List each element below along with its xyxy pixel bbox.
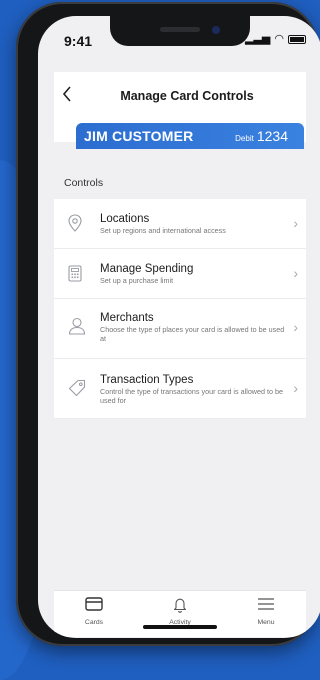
tab-label: Menu	[257, 619, 275, 626]
control-item-spending[interactable]: Manage Spending Set up a purchase limit …	[54, 249, 306, 299]
hamburger-icon	[236, 597, 296, 617]
battery-icon	[288, 35, 306, 44]
control-title: Merchants	[100, 312, 154, 324]
card-type: Debit	[235, 134, 254, 143]
camera	[212, 26, 220, 34]
controls-list: Locations Set up regions and internation…	[54, 199, 306, 419]
chevron-right-icon: ›	[293, 265, 298, 281]
tab-bar: Cards Activity Menu	[54, 590, 306, 637]
control-item-merchants[interactable]: Merchants Choose the type of places your…	[54, 299, 306, 359]
tab-activity[interactable]: Activity	[150, 591, 210, 626]
bell-icon	[150, 597, 210, 617]
location-pin-icon	[68, 214, 82, 237]
chevron-right-icon: ›	[293, 380, 298, 396]
control-title: Locations	[100, 213, 150, 225]
control-subtitle: Set up regions and international access	[100, 226, 226, 235]
app-content: Manage Card Controls JIM CUSTOMER Debit …	[54, 72, 306, 637]
control-title: Transaction Types	[100, 374, 194, 386]
speaker	[160, 27, 200, 32]
tag-icon	[68, 379, 86, 402]
card-last4: 1234	[256, 128, 288, 144]
control-title: Manage Spending	[100, 263, 194, 275]
chevron-right-icon: ›	[293, 319, 298, 335]
calculator-icon	[68, 265, 82, 287]
home-indicator	[143, 625, 217, 629]
control-subtitle: Choose the type of places your card is a…	[100, 325, 285, 343]
control-item-transaction-types[interactable]: Transaction Types Control the type of tr…	[54, 359, 306, 419]
signal-icon: ▂▃▅	[245, 33, 271, 45]
notch	[110, 16, 250, 46]
phone-screen: 9:41 ▂▃▅ ◠ Manage Card Controls JIM CUST…	[38, 16, 320, 638]
status-icons: ▂▃▅ ◠	[245, 34, 306, 45]
tab-cards[interactable]: Cards	[64, 591, 124, 626]
control-subtitle: Control the type of transactions your ca…	[100, 387, 283, 405]
card-holder-name: JIM CUSTOMER	[84, 128, 194, 144]
page-title: Manage Card Controls	[120, 89, 254, 103]
header: Manage Card Controls JIM CUSTOMER Debit …	[54, 72, 306, 149]
card-number: Debit 1234	[235, 128, 288, 144]
card-banner[interactable]: JIM CUSTOMER Debit 1234	[76, 123, 304, 149]
tab-menu[interactable]: Menu	[236, 591, 296, 626]
chevron-right-icon: ›	[293, 215, 298, 231]
card-icon	[64, 597, 124, 617]
tab-label: Cards	[84, 619, 104, 626]
control-item-locations[interactable]: Locations Set up regions and internation…	[54, 199, 306, 249]
wifi-icon: ◠	[274, 33, 284, 45]
section-label: Controls	[64, 177, 104, 189]
phone-frame: 9:41 ▂▃▅ ◠ Manage Card Controls JIM CUST…	[16, 2, 320, 646]
person-icon	[68, 317, 86, 340]
status-time: 9:41	[64, 33, 93, 49]
control-subtitle: Set up a purchase limit	[100, 276, 174, 285]
